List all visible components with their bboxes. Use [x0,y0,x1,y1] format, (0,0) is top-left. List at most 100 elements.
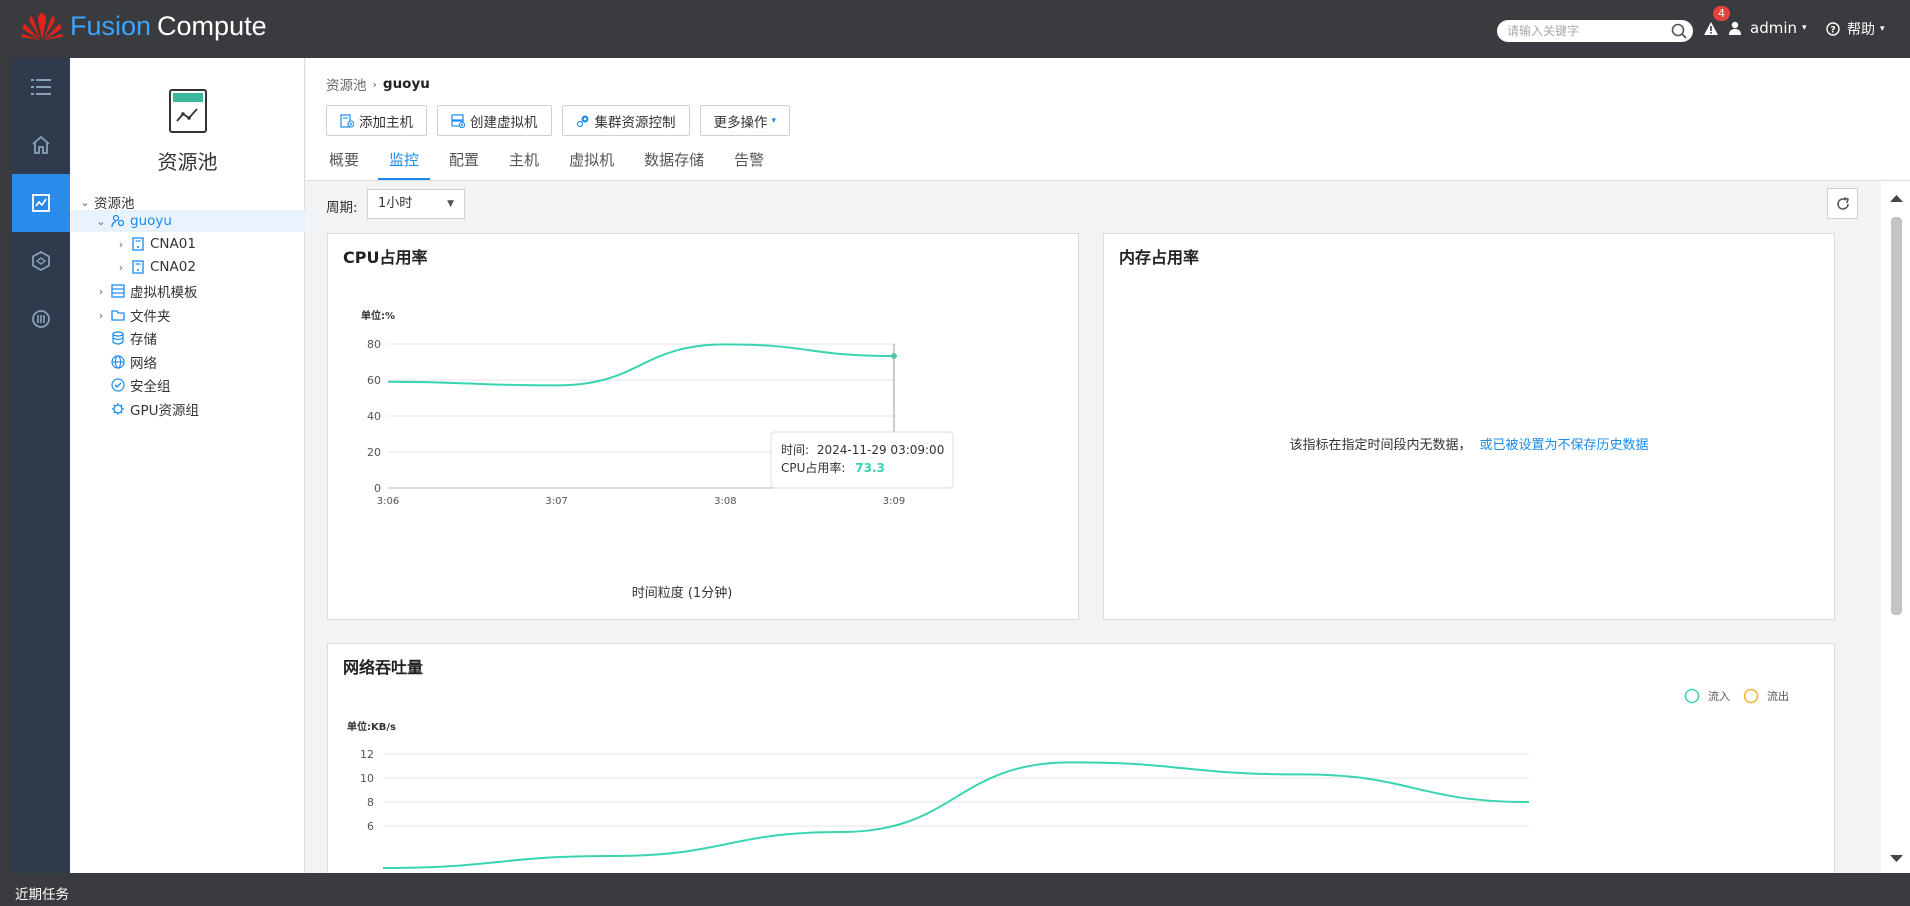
resource-tree-panel: 资源池 ⌄ 资源池 ⌄ guoyu › CNA01 › CNA02 › 虚拟机模… [70,58,305,873]
scroll-thumb[interactable] [1891,217,1902,615]
storage-icon [110,330,126,346]
create-vm-button[interactable]: 创建虚拟机 [437,105,552,136]
expand-arrow-icon[interactable]: › [114,261,128,274]
tree-item-label: 网络 [130,356,157,372]
host-icon [130,259,146,275]
refresh-button[interactable] [1827,188,1858,219]
help-menu[interactable]: ? 帮助 ▾ [1826,19,1885,39]
logo[interactable]: Fusion Compute [20,10,267,42]
tree-item-storage[interactable]: 存储 [70,327,305,349]
cpu-chart: 单位:% 3:06 3:07 3:08 3:09 0 20 40 60 80 时间: 2024… [361,309,954,601]
recent-tasks-label[interactable]: 近期任务 [15,887,69,903]
expand-arrow-icon[interactable]: › [94,309,108,322]
cluster-icon [110,213,126,229]
tab-monitoring[interactable]: 监控 [378,150,431,180]
tree-item-label: guoyu [130,213,172,229]
tooltip-time-value: 2024-11-29 03:09:00 [817,443,944,457]
user-menu[interactable]: admin ▾ [1728,19,1807,37]
cpu-xtick-label: 3:06 [377,496,399,507]
tree-item-cna02[interactable]: › CNA02 [70,256,305,278]
net-legend-out[interactable]: 流出 [1743,688,1790,704]
cpu-xtick-label: 3:07 [545,496,567,507]
expand-arrow-icon[interactable]: › [94,285,108,298]
cpu-ytick-label: 0 [374,482,381,495]
cpu-usage-card: CPU占用率 单位:% 3:06 3:07 3:08 3:09 0 20 40 60 80 时… [327,233,1079,620]
svg-text:?: ? [1830,26,1835,36]
rail-network-button[interactable] [12,232,70,290]
cpu-tooltip [770,431,954,489]
cluster-resource-control-button[interactable]: 集群资源控制 [561,105,690,136]
more-actions-button[interactable]: 更多操作 ▾ [699,105,791,136]
logo-fusion-text: Fusion [70,10,152,41]
search-icon[interactable] [1671,23,1687,39]
resource-pool-large-icon [168,89,207,133]
rail-resource-pool-button[interactable] [12,174,70,232]
network-icon [32,251,50,271]
add-host-label: 添加主机 [359,114,413,131]
tree-item-label: CNA01 [150,236,196,252]
network-throughput-card: 网络吞吐量 流入 流出 单位:KB/s 6 8 10 12 [327,643,1835,873]
scroll-up-icon[interactable] [1890,195,1903,202]
cpu-xtick-label: 3:09 [883,496,905,507]
tree-item-label: 文件夹 [130,309,171,325]
tab-vms[interactable]: 虚拟机 [558,150,625,180]
tooltip-time-row: 时间: 2024-11-29 03:09:00 [781,443,944,457]
host-icon [130,236,146,252]
tree-item-cna01[interactable]: › CNA01 [70,233,305,255]
global-search[interactable] [1497,20,1693,42]
list-icon [31,79,51,95]
period-select[interactable]: 1小时 ▼ [367,189,465,219]
network-globe-icon [110,354,126,370]
logo-compute-text: Compute [157,10,267,41]
tree-item-vm-template[interactable]: › 虚拟机模板 [70,280,305,302]
expand-arrow-icon[interactable]: › [114,238,128,251]
add-host-button[interactable]: 添加主机 [326,105,427,136]
rail-gpu-button[interactable] [12,290,70,348]
tab-alarms[interactable]: 告警 [723,150,775,180]
cpu-xtick-label: 3:08 [714,496,736,507]
tree-item-network[interactable]: 网络 [70,351,305,373]
rail-list-button[interactable] [12,58,70,116]
tab-configuration[interactable]: 配置 [438,150,490,180]
add-host-icon [340,113,354,128]
no-data-message: 该指标在指定时间段内无数据， 或已被设置为不保存历史数据 [1104,434,1834,453]
caret-down-icon: ▼ [447,199,454,209]
no-data-link[interactable]: 或已被设置为不保存历史数据 [1480,438,1649,453]
net-legend-in[interactable]: 流入 [1684,688,1731,704]
tab-datastores[interactable]: 数据存储 [633,150,715,180]
tree-item-label: 虚拟机模板 [130,285,198,301]
memory-usage-card: 内存占用率 该指标在指定时间段内无数据， 或已被设置为不保存历史数据 [1103,233,1835,620]
top-bar: FusionCompute 4 admin ▾ [0,0,1910,58]
tab-hosts[interactable]: 主机 [498,150,550,180]
period-value: 1小时 [378,196,413,211]
main-panel: 资源池 › guoyu 添加主机 创建虚拟机 集群资源控制 更多操作 ▾ 概要 … [306,58,1910,873]
tree-item-folder[interactable]: › 文件夹 [70,304,305,326]
expand-arrow-icon[interactable]: ⌄ [78,196,92,209]
legend-in-marker-icon [1684,688,1700,704]
tab-overview[interactable]: 概要 [318,150,370,180]
tree-item-label: CNA02 [150,259,196,275]
breadcrumb-current: guoyu [382,76,430,92]
net-ytick-label: 8 [367,796,374,809]
gpu-icon [32,310,50,328]
caret-down-icon: ▾ [1880,24,1885,34]
expand-arrow-icon[interactable]: ⌄ [94,215,108,228]
caret-down-icon: ▾ [1802,23,1807,33]
memory-card-title: 内存占用率 [1119,248,1200,267]
home-icon [32,135,50,154]
tooltip-time-label: 时间: [781,443,809,457]
tree-item-security-group[interactable]: 安全组 [70,374,305,396]
tree-item-gpu-group[interactable]: GPU资源组 [70,398,305,420]
more-actions-label: 更多操作 [713,114,768,131]
tooltip-value-label: CPU占用率: [781,460,845,475]
tree-item-guoyu[interactable]: ⌄ guoyu [70,210,305,232]
vertical-scrollbar[interactable] [1883,181,1910,873]
rail-edge [0,58,12,873]
search-input[interactable] [1507,24,1667,38]
caret-down-icon: ▾ [771,115,777,126]
tree-title: 资源池 [157,150,218,174]
scroll-down-icon[interactable] [1890,855,1903,862]
rail-home-button[interactable] [12,116,70,174]
breadcrumb-root[interactable]: 资源池 [326,74,367,94]
alarm-button[interactable]: 4 [1703,6,1730,40]
